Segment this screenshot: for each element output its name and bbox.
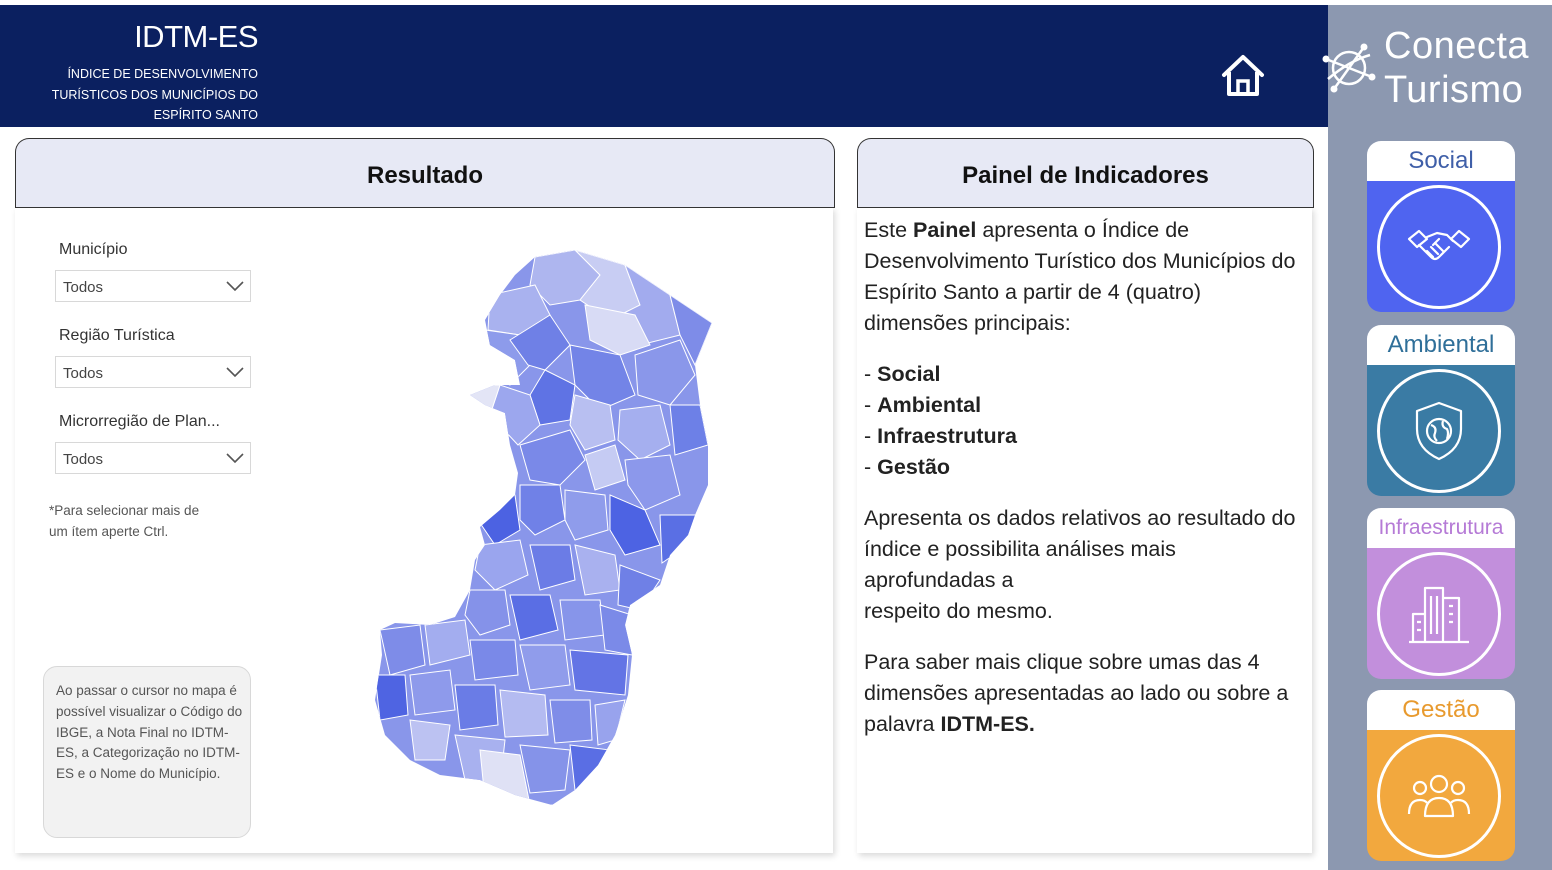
painel-indicadores-title: Painel de Indicadores <box>857 138 1314 208</box>
microrregiao-dropdown[interactable]: Todos <box>55 442 251 474</box>
filter-label-microrregiao: Microrregião de Plan... <box>59 413 220 430</box>
dimension-card-label: Social <box>1367 141 1515 181</box>
selection-note: *Para selecionar mais de um ítem aperte … <box>49 500 249 542</box>
dimension-card-body <box>1367 181 1515 312</box>
para2-line: Apresenta os dados relativos ao resultad… <box>864 506 1296 592</box>
note-line: *Para selecionar mais de <box>49 503 200 518</box>
chevron-down-icon <box>226 281 244 292</box>
home-icon[interactable] <box>1218 51 1268 101</box>
dimension-social-text: Social <box>877 362 941 386</box>
top-strip <box>1328 0 1552 5</box>
map-hover-info-text: Ao passar o cursor no mapa é possível vi… <box>56 683 243 782</box>
logo-text: Conecta Turismo <box>1384 25 1529 111</box>
dimension-list-item: - Gestão <box>864 455 951 479</box>
report-subtitle: ÍNDICE DE DESENVOLVIMENTO TURÍSTICOS DOS… <box>30 64 258 126</box>
para3-paragraph: Para saber mais clique sobre umas das 4 … <box>864 647 1304 740</box>
resultado-title-text: Resultado <box>366 162 483 189</box>
dimension-card-label: Infraestrutura <box>1367 508 1515 548</box>
report-title-block[interactable]: IDTM-ES ÍNDICE DE DESENVOLVIMENTO TURÍST… <box>30 19 259 126</box>
chevron-down-icon <box>226 367 244 378</box>
handshake-icon <box>1407 229 1471 261</box>
logo-mark-icon <box>1322 43 1376 93</box>
dimension-card-body <box>1367 730 1515 861</box>
regiao-turistica-dropdown[interactable]: Todos <box>55 356 251 388</box>
intro-bold: Painel <box>913 218 977 242</box>
para3-pre: Para saber mais clique sobre umas das 4 … <box>864 650 1289 736</box>
dropdown-value: Todos <box>63 451 104 468</box>
dimension-card-circle <box>1377 552 1501 676</box>
header-bar: IDTM-ES ÍNDICE DE DESENVOLVIMENTO TURÍST… <box>0 5 1328 127</box>
dimension-ambiental-text: Ambiental <box>877 393 982 417</box>
municipio-dropdown[interactable]: Todos <box>55 270 251 302</box>
dimension-list-item: - Social <box>864 362 941 386</box>
dimension-list-item: - Infraestrutura <box>864 424 1017 448</box>
subtitle-line: ÍNDICE DE DESENVOLVIMENTO <box>67 67 258 81</box>
municipality-map[interactable] <box>370 245 720 805</box>
dimension-card-circle <box>1377 734 1501 858</box>
dimension-card-social[interactable]: Social <box>1367 141 1515 312</box>
conecta-turismo-logo: Conecta Turismo <box>1318 25 1550 111</box>
dimension-card-label: Ambiental <box>1367 325 1515 365</box>
para2-line: respeito do mesmo. <box>864 599 1053 623</box>
dimension-card-ambiental[interactable]: Ambiental <box>1367 325 1515 496</box>
dimension-card-body <box>1367 548 1515 679</box>
shield-globe-icon <box>1415 401 1463 461</box>
logo-line: Conecta <box>1384 25 1530 67</box>
dimension-card-label: Gestão <box>1367 690 1515 730</box>
dimension-card-body <box>1367 365 1515 496</box>
report-title[interactable]: IDTM-ES <box>30 19 258 55</box>
chevron-down-icon <box>226 453 244 464</box>
painel-description: Este Painel apresenta o Índice de Desenv… <box>864 215 1304 740</box>
subtitle-line: ESPÍRITO SANTO <box>153 108 258 122</box>
subtitle-line: TURÍSTICOS DOS MUNICÍPIOS DO <box>51 87 258 102</box>
people-group-icon <box>1407 774 1471 818</box>
dropdown-value: Todos <box>63 365 104 382</box>
buildings-icon <box>1409 586 1469 644</box>
dimension-card-gestao[interactable]: Gestão <box>1367 690 1515 861</box>
idtm-es-link[interactable]: IDTM-ES. <box>941 712 1035 736</box>
intro-pre: Este <box>864 218 913 242</box>
logo-line: Turismo <box>1384 69 1524 111</box>
dimension-card-circle <box>1377 185 1501 309</box>
dimension-infraestrutura-text: Infraestrutura <box>877 424 1017 448</box>
note-line: um ítem aperte Ctrl. <box>49 524 169 539</box>
map-hover-info-box: Ao passar o cursor no mapa é possível vi… <box>43 666 251 838</box>
painel-indicadores-title-text: Painel de Indicadores <box>962 162 1209 189</box>
resultado-title: Resultado <box>15 138 835 208</box>
dropdown-value: Todos <box>63 279 104 296</box>
intro-paragraph: Este Painel apresenta o Índice de Desenv… <box>864 215 1304 339</box>
filter-label-regiao: Região Turística <box>59 327 175 344</box>
filter-label-municipio: Município <box>59 241 128 258</box>
dimension-card-infraestrutura[interactable]: Infraestrutura <box>1367 508 1515 679</box>
dimension-card-circle <box>1377 369 1501 493</box>
dimension-list-item: - Ambiental <box>864 393 982 417</box>
dimension-gestao-text: Gestão <box>877 455 951 479</box>
